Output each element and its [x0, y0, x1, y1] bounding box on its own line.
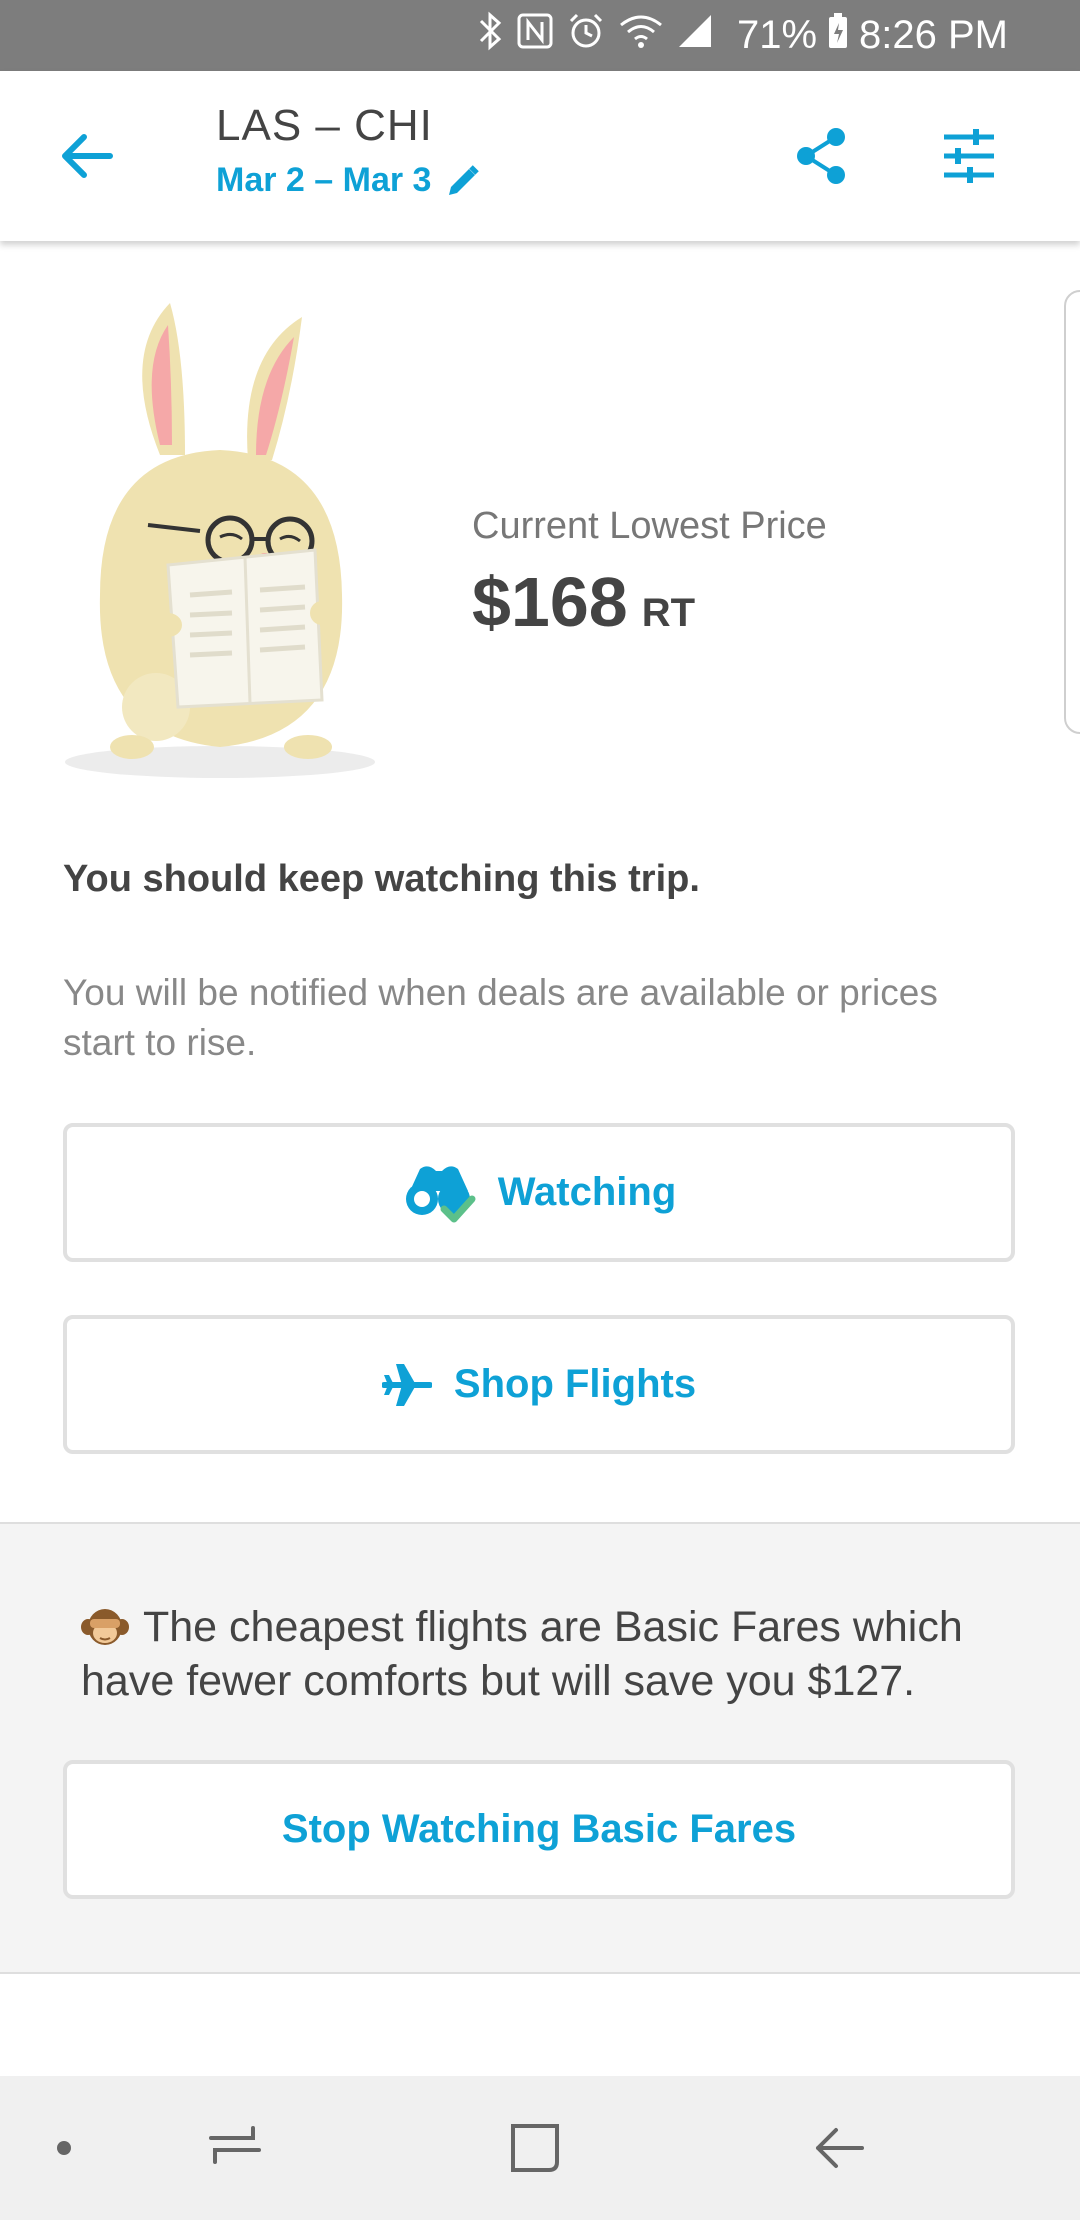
shop-flights-button[interactable]: Shop Flights [63, 1315, 1015, 1454]
stop-basic-fares-label: Stop Watching Basic Fares [281, 1807, 797, 1851]
battery-percent: 71% [736, 13, 818, 57]
nav-dot-icon[interactable] [52, 2112, 82, 2184]
share-button[interactable] [790, 123, 856, 189]
current-lowest-price: $168 [472, 563, 628, 641]
bluetooth-icon [477, 11, 503, 61]
status-bar: 71% 8:26 PM [0, 0, 1080, 71]
price-label: Current Lowest Price [472, 505, 827, 547]
clock-time: 8:26 PM [859, 13, 1008, 57]
arrow-left-icon [62, 134, 113, 178]
watching-button[interactable]: Watching [63, 1123, 1015, 1262]
watching-label: Watching [497, 1170, 677, 1214]
see-no-evil-monkey-icon [81, 1609, 129, 1645]
advice-title: You should keep watching this trip. [63, 858, 700, 900]
bunny-reading-newspaper-illustration [65, 303, 375, 778]
binoculars-check-icon [405, 1165, 476, 1222]
wifi-icon [619, 13, 663, 59]
price-block: Current Lowest Price $168 RT [472, 505, 827, 642]
back-button[interactable] [52, 121, 122, 191]
alarm-icon [567, 12, 605, 60]
system-navigation-bar [0, 2076, 1080, 2220]
shop-flights-label: Shop Flights [453, 1362, 697, 1406]
battery-icon [827, 12, 849, 60]
status-icons [477, 11, 713, 61]
signal-icon [677, 13, 713, 59]
basic-fares-message: The cheapest flights are Basic Fares whi… [81, 1600, 1021, 1708]
home-button-icon[interactable] [505, 2112, 565, 2184]
dates-row[interactable]: Mar 2 – Mar 3 [216, 161, 481, 200]
nav-back-icon[interactable] [810, 2112, 870, 2184]
nfc-icon [517, 13, 553, 59]
basic-fares-text: The cheapest flights are Basic Fares whi… [81, 1603, 963, 1705]
app-bar: LAS – CHI Mar 2 – Mar 3 [0, 71, 1080, 241]
share-icon [797, 128, 845, 184]
basic-fares-section: The cheapest flights are Basic Fares whi… [0, 1522, 1080, 1974]
price-row: $168 RT [472, 562, 827, 642]
filter-button[interactable] [936, 123, 1002, 189]
stop-watching-basic-fares-button[interactable]: Stop Watching Basic Fares [63, 1760, 1015, 1899]
tune-sliders-icon [944, 129, 994, 183]
pencil-icon[interactable] [445, 163, 481, 199]
side-panel-handle[interactable] [1064, 290, 1080, 734]
recent-apps-icon[interactable] [205, 2112, 265, 2184]
airplane-icon [381, 1363, 432, 1406]
trip-title-block: LAS – CHI Mar 2 – Mar 3 [216, 101, 481, 200]
price-unit: RT [641, 591, 696, 635]
route-title: LAS – CHI [216, 101, 433, 150]
trip-dates: Mar 2 – Mar 3 [216, 161, 432, 199]
advice-body: You will be notified when deals are avai… [63, 972, 938, 1063]
